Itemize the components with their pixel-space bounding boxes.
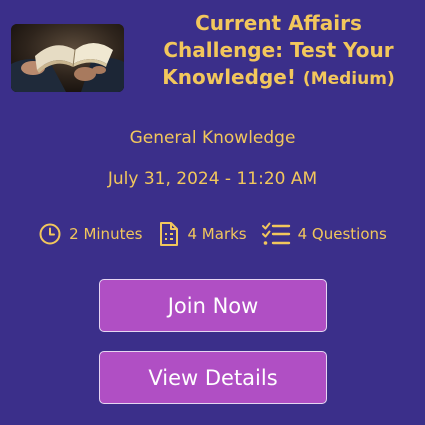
questions-label: 4 Questions	[297, 225, 387, 243]
checklist-icon	[261, 221, 291, 247]
quiz-difficulty-level: (Medium)	[302, 69, 395, 89]
clock-icon	[38, 222, 62, 246]
book-photo-illustration	[11, 24, 124, 92]
questions-item: 4 Questions	[261, 221, 387, 247]
marks-label: 4 Marks	[187, 225, 247, 243]
quiz-thumbnail-image	[11, 24, 124, 92]
quiz-datetime: July 31, 2024 - 11:20 AM	[107, 169, 318, 189]
duration-label: 2 Minutes	[69, 225, 143, 243]
quiz-card: Current Affairs Challenge: Test Your Kno…	[0, 0, 425, 425]
quiz-category: General Knowledge	[129, 128, 296, 148]
join-now-button[interactable]: Join Now	[99, 279, 327, 332]
view-details-button[interactable]: View Details	[99, 351, 327, 404]
quiz-meta-row: 2 Minutes 4 Marks 4 Questions	[0, 219, 425, 249]
document-icon	[157, 221, 181, 247]
quiz-title: Current Affairs Challenge: Test Your Kno…	[136, 10, 421, 93]
marks-item: 4 Marks	[157, 221, 247, 247]
duration-item: 2 Minutes	[38, 222, 143, 246]
